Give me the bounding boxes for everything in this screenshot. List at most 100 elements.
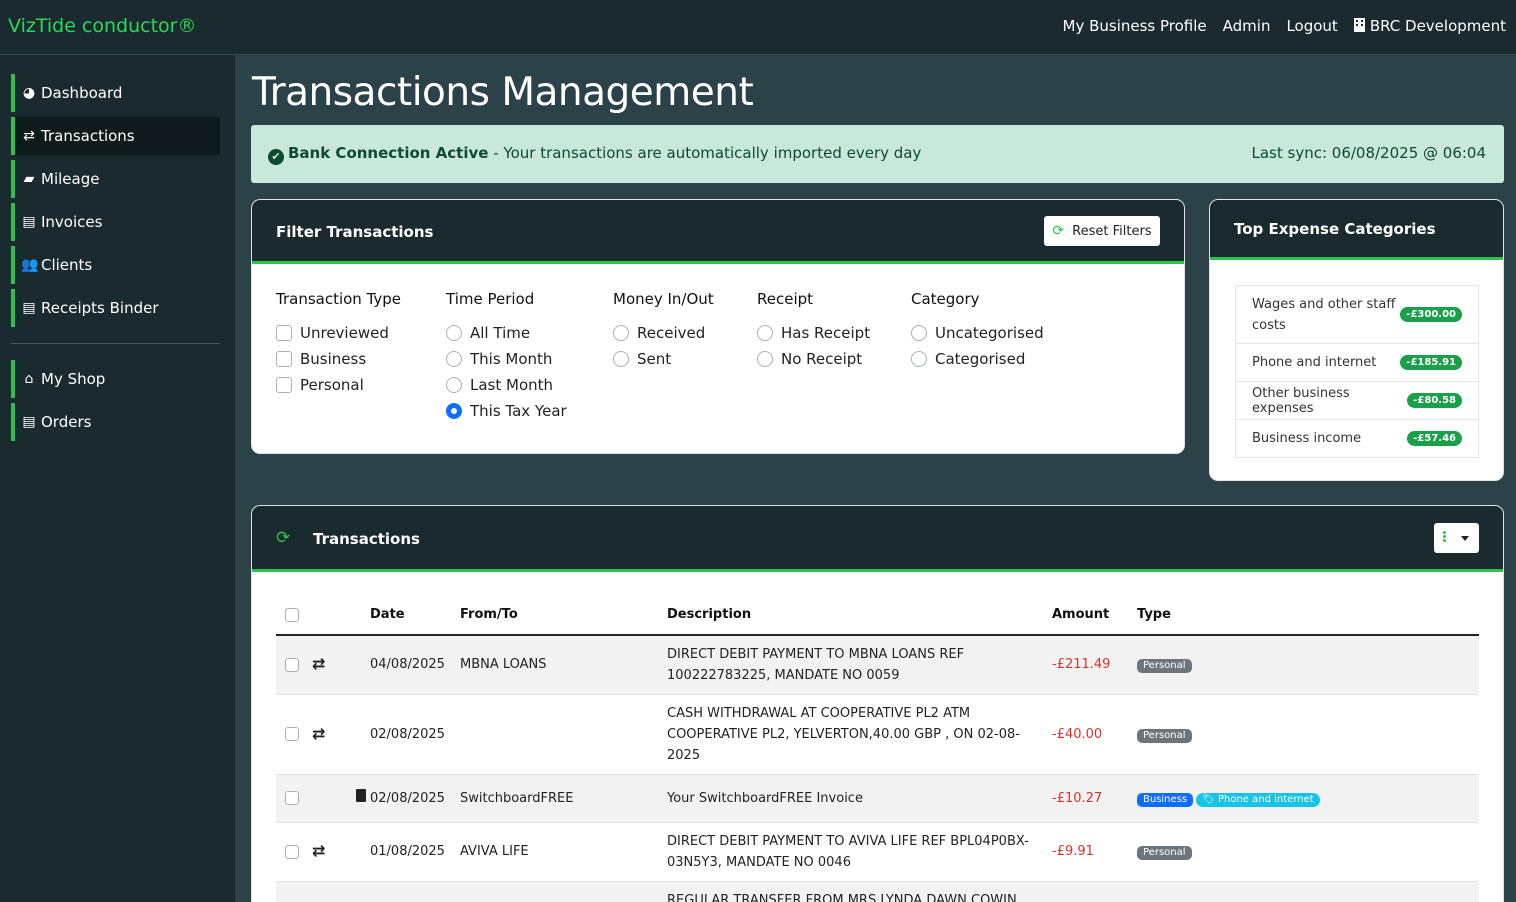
filter-group-time-period: Time Period All Time This Month Last Mon… — [446, 290, 567, 424]
type-badge-business[interactable]: Business — [1137, 792, 1194, 807]
filter-option-this-tax-year[interactable]: This Tax Year — [446, 398, 567, 424]
brand-logo[interactable]: VizTide conductor® — [8, 15, 196, 37]
expense-item: Wages and other staff costs -£300.00 — [1236, 286, 1478, 344]
filter-option-has-receipt[interactable]: Has Receipt — [757, 320, 870, 346]
table-row[interactable]: ⇄ 04/08/2025 MBNA LOANS DIRECT DEBIT PAY… — [276, 635, 1479, 695]
sidebar-item-receipts-binder[interactable]: ▤ Receipts Binder — [11, 289, 220, 327]
admin-link[interactable]: Admin — [1223, 17, 1271, 35]
from-to-column-header[interactable]: From/To — [460, 595, 667, 636]
top-expense-categories-card: Top Expense Categories Wages and other s… — [1209, 199, 1504, 481]
radio[interactable] — [757, 351, 773, 367]
radio[interactable] — [757, 325, 773, 341]
top-navbar: VizTide conductor® My Business Profile A… — [0, 0, 1516, 55]
checkbox[interactable] — [276, 377, 292, 393]
caret-down-icon — [1461, 536, 1469, 541]
expense-item: Other business expenses -£80.58 — [1236, 382, 1478, 420]
date-column-header[interactable]: Date — [370, 595, 460, 636]
filter-option-last-month[interactable]: Last Month — [446, 372, 567, 398]
sidebar-item-invoices[interactable]: ▤ Invoices — [11, 203, 220, 241]
filter-option-personal[interactable]: Personal — [276, 372, 401, 398]
filter-option-this-month[interactable]: This Month — [446, 346, 567, 372]
row-description: Your SwitchboardFREE Invoice — [667, 774, 1052, 823]
reset-filters-button[interactable]: ⟳ Reset Filters — [1044, 216, 1160, 246]
filter-option-received[interactable]: Received — [613, 320, 714, 346]
row-date: 04/08/2025 — [370, 635, 460, 695]
type-badge-personal[interactable]: Personal — [1137, 728, 1192, 743]
users-icon: 👥 — [21, 257, 39, 273]
sidebar-item-mileage[interactable]: ▰ Mileage — [11, 160, 220, 198]
filter-transactions-card: Filter Transactions ⟳ Reset Filters Trans… — [251, 199, 1185, 454]
table-row[interactable]: ⇄ 02/08/2025 CASH WITHDRAWAL AT COOPERAT… — [276, 694, 1479, 775]
sidebar-item-dashboard[interactable]: ◕ Dashboard — [11, 74, 220, 112]
filter-option-business[interactable]: Business — [276, 346, 401, 372]
row-icon-cell — [312, 881, 370, 902]
radio[interactable] — [446, 325, 462, 341]
filter-option-categorised[interactable]: Categorised — [911, 346, 1044, 372]
radio[interactable] — [613, 351, 629, 367]
filter-group-heading: Transaction Type — [276, 290, 402, 308]
select-all-checkbox[interactable] — [285, 607, 299, 622]
row-checkbox[interactable] — [285, 844, 299, 859]
transactions-header: ⟳ Transactions — [252, 506, 1503, 572]
checkbox[interactable] — [276, 351, 292, 367]
table-row[interactable]: ⇄ 01/08/2025 AVIVA LIFE DIRECT DEBIT PAY… — [276, 822, 1479, 882]
filter-option-no-receipt[interactable]: No Receipt — [757, 346, 870, 372]
type-column-header[interactable]: Type — [1137, 595, 1479, 636]
category-badge[interactable]: 🏷 Phone and internet — [1196, 792, 1320, 807]
option-label: No Receipt — [781, 350, 863, 368]
description-column-header[interactable]: Description — [667, 595, 1052, 636]
file-invoice-icon[interactable] — [356, 788, 366, 802]
table-row[interactable]: 02/08/2025 SwitchboardFREE Your Switchbo… — [276, 774, 1479, 823]
row-select-cell — [276, 881, 312, 902]
filter-option-sent[interactable]: Sent — [613, 346, 714, 372]
exchange-icon[interactable]: ⇄ — [312, 654, 325, 673]
radio[interactable] — [446, 351, 462, 367]
exchange-icon[interactable]: ⇄ — [312, 841, 325, 860]
filter-option-uncategorised[interactable]: Uncategorised — [911, 320, 1044, 346]
transactions-actions-dropdown[interactable] — [1434, 523, 1479, 553]
reset-filters-label: Reset Filters — [1072, 223, 1152, 239]
sidebar-item-label: Receipts Binder — [41, 299, 159, 317]
organization-link[interactable]: BRC Development — [1353, 17, 1506, 35]
alert-text: - Your transactions are automatically im… — [488, 144, 922, 162]
row-type: Personal — [1137, 635, 1479, 695]
sidebar-item-my-shop[interactable]: ⌂ My Shop — [11, 360, 220, 398]
sync-icon[interactable]: ⟳ — [276, 528, 290, 548]
row-from-to — [460, 694, 667, 775]
table-row[interactable]: REGULAR TRANSFER FROM MRS LYNDA DAWN COW… — [276, 881, 1479, 902]
filter-group-receipt: Receipt Has Receipt No Receipt — [757, 290, 870, 372]
radio[interactable] — [911, 351, 927, 367]
row-checkbox[interactable] — [285, 657, 299, 672]
sidebar-item-label: Transactions — [41, 127, 135, 145]
row-amount: -£211.49 — [1052, 635, 1137, 695]
radio[interactable] — [911, 325, 927, 341]
sidebar-item-label: Invoices — [41, 213, 103, 231]
option-label: All Time — [470, 324, 531, 342]
row-description: CASH WITHDRAWAL AT COOPERATIVE PL2 ATM C… — [667, 694, 1052, 775]
sidebar-item-transactions[interactable]: ⇄ Transactions — [11, 117, 220, 155]
sidebar-item-clients[interactable]: 👥 Clients — [11, 246, 220, 284]
amount-column-header[interactable]: Amount — [1052, 595, 1137, 636]
expense-amount-badge: -£57.46 — [1407, 431, 1462, 446]
filter-option-unreviewed[interactable]: Unreviewed — [276, 320, 401, 346]
row-type: Business 🏷 Phone and internet — [1137, 774, 1479, 823]
exchange-icon[interactable]: ⇄ — [312, 724, 325, 743]
radio[interactable] — [446, 377, 462, 393]
type-badge-personal[interactable]: Personal — [1137, 846, 1192, 860]
filter-option-all-time[interactable]: All Time — [446, 320, 567, 346]
row-checkbox[interactable] — [285, 791, 299, 805]
option-label: Last Month — [470, 376, 554, 394]
radio-selected[interactable] — [446, 403, 462, 419]
sidebar-item-orders[interactable]: ▤ Orders — [11, 403, 220, 441]
row-checkbox[interactable] — [285, 727, 299, 741]
row-icon-cell: ⇄ — [312, 694, 370, 775]
type-badge-personal[interactable]: Personal — [1137, 659, 1192, 674]
row-icon-cell: ⇄ — [312, 822, 370, 882]
table-header-row: Date From/To Description Amount Type — [276, 595, 1479, 636]
radio[interactable] — [613, 325, 629, 341]
checkbox[interactable] — [276, 325, 292, 341]
logout-link[interactable]: Logout — [1286, 17, 1337, 35]
clipboard-icon: ▤ — [22, 414, 36, 430]
my-business-profile-link[interactable]: My Business Profile — [1063, 17, 1207, 35]
page-title: Transactions Management — [252, 70, 754, 115]
